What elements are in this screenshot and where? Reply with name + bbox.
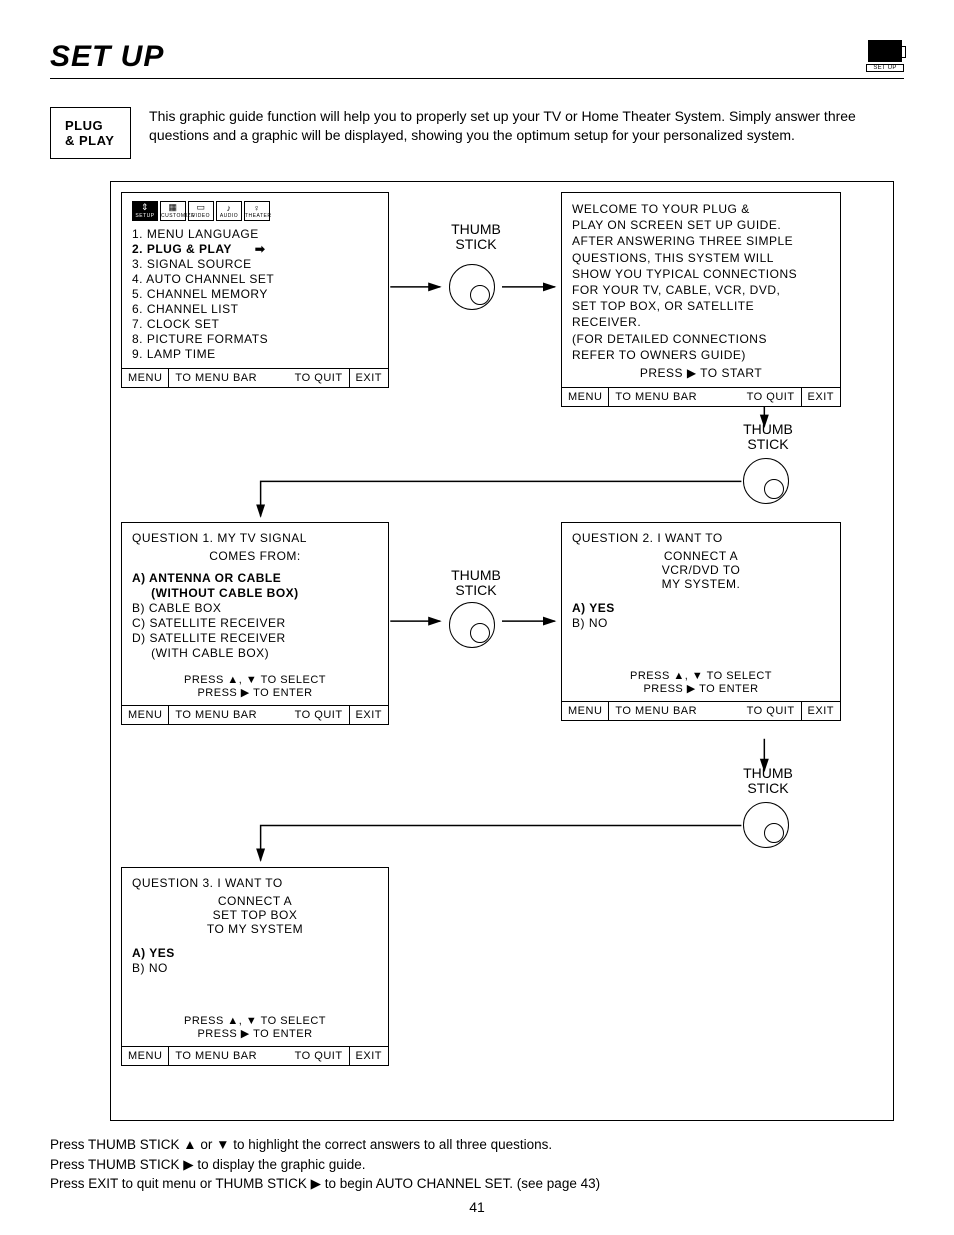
header-row: SET UP SET UP [50, 40, 904, 74]
panel-setup-menu: ⇕SETUP ▦CUSTOMIZE ▭VIDEO ♪AUDIO ♀THEATER… [121, 192, 389, 388]
setup-tab-icon: ⇕SETUP [132, 201, 158, 221]
q1-title: QUESTION 1. MY TV SIGNAL [132, 531, 378, 545]
panel-question-2: QUESTION 2. I WANT TO CONNECT A VCR/DVD … [561, 522, 841, 721]
q1-option: C) SATELLITE RECEIVER [132, 616, 378, 630]
welcome-line: FOR YOUR TV, CABLE, VCR, DVD, [572, 282, 830, 298]
menu-item: 8. PICTURE FORMATS [132, 332, 378, 346]
bottom-instructions: Press THUMB STICK ▲ or ▼ to highlight th… [50, 1135, 904, 1194]
q1-option: (WITHOUT CABLE BOX) [132, 586, 378, 600]
menu-list: 1. MENU LANGUAGE 2. PLUG & PLAY ➡ 3. SIG… [132, 227, 378, 361]
welcome-line: SHOW YOU TYPICAL CONNECTIONS [572, 266, 830, 282]
corner-setup-badge: SET UP [866, 40, 904, 72]
q2-title: QUESTION 2. I WANT TO [572, 531, 830, 545]
thumb-stick-icon [449, 264, 495, 310]
panel-footer: MENU TO MENU BAR TO QUIT EXIT [122, 705, 388, 724]
menu-item: 5. CHANNEL MEMORY [132, 287, 378, 301]
menu-item: 9. LAMP TIME [132, 347, 378, 361]
footer-to-quit: TO QUIT [289, 369, 349, 387]
welcome-line: REFER TO OWNERS GUIDE) [572, 347, 830, 363]
thumb-stick-icon [743, 802, 789, 848]
q1-option: A) ANTENNA OR CABLE [132, 571, 378, 585]
q2-sub: MY SYSTEM. [572, 577, 830, 591]
menu-icon-bar: ⇕SETUP ▦CUSTOMIZE ▭VIDEO ♪AUDIO ♀THEATER [132, 201, 378, 221]
q2-sub: VCR/DVD TO [572, 563, 830, 577]
customize-tab-icon: ▦CUSTOMIZE [160, 201, 186, 221]
intro-row: PLUG & PLAY This graphic guide function … [50, 107, 904, 159]
welcome-line: AFTER ANSWERING THREE SIMPLE [572, 233, 830, 249]
q3-sub: CONNECT A [132, 894, 378, 908]
q3-sub: SET TOP BOX [132, 908, 378, 922]
q2-option: A) YES [572, 601, 830, 615]
q2-sub: CONNECT A [572, 549, 830, 563]
panel-welcome: WELCOME TO YOUR PLUG & PLAY ON SCREEN SE… [561, 192, 841, 407]
bottom-line: Press EXIT to quit menu or THUMB STICK ▶… [50, 1174, 904, 1194]
thumb-stick-label: THUMBSTICK [733, 766, 803, 797]
q2-press: PRESS ▲, ▼ TO SELECT PRESS ▶ TO ENTER [572, 670, 830, 695]
welcome-press: PRESS ▶ TO START [572, 365, 830, 381]
welcome-line: PLAY ON SCREEN SET UP GUIDE. [572, 217, 830, 233]
q1-option: B) CABLE BOX [132, 601, 378, 615]
q1-press: PRESS ▲, ▼ TO SELECT PRESS ▶ TO ENTER [132, 674, 378, 699]
thumb-stick-icon [449, 602, 495, 648]
panel-footer: MENU TO MENU BAR TO QUIT EXIT [122, 368, 388, 387]
intro-text: This graphic guide function will help yo… [149, 107, 904, 145]
welcome-line: SET TOP BOX, OR SATELLITE [572, 298, 830, 314]
thumb-stick-icon [743, 458, 789, 504]
footer-to-menu-bar: TO MENU BAR [168, 369, 263, 387]
q3-option: A) YES [132, 946, 378, 960]
q3-option: B) NO [132, 961, 378, 975]
q3-title: QUESTION 3. I WANT TO [132, 876, 378, 890]
menu-item: 4. AUTO CHANNEL SET [132, 272, 378, 286]
thumb-stick-label: THUMBSTICK [441, 222, 511, 253]
page-number: 41 [0, 1199, 954, 1215]
q3-press: PRESS ▲, ▼ TO SELECT PRESS ▶ TO ENTER [132, 1015, 378, 1040]
menu-item: 1. MENU LANGUAGE [132, 227, 378, 241]
welcome-line: WELCOME TO YOUR PLUG & [572, 201, 830, 217]
q3-sub: TO MY SYSTEM [132, 922, 378, 936]
panel-question-1: QUESTION 1. MY TV SIGNAL COMES FROM: A) … [121, 522, 389, 725]
menu-item: 7. CLOCK SET [132, 317, 378, 331]
welcome-line: QUESTIONS, THIS SYSTEM WILL [572, 250, 830, 266]
panel-footer: MENU TO MENU BAR TO QUIT EXIT [562, 387, 840, 406]
bottom-line: Press THUMB STICK ▶ to display the graph… [50, 1155, 904, 1175]
q2-option: B) NO [572, 616, 830, 630]
theater-tab-icon: ♀THEATER [244, 201, 270, 221]
thumb-stick-label: THUMBSTICK [441, 568, 511, 599]
menu-item-active: 2. PLUG & PLAY ➡ [132, 242, 378, 256]
corner-label: SET UP [866, 64, 904, 72]
q1-option: D) SATELLITE RECEIVER [132, 631, 378, 645]
q1-option: (WITH CABLE BOX) [132, 646, 378, 660]
q1-subtitle: COMES FROM: [132, 549, 378, 563]
menu-item: 3. SIGNAL SOURCE [132, 257, 378, 271]
plug-and-play-box: PLUG & PLAY [50, 107, 131, 159]
page-title: SET UP [50, 40, 164, 74]
audio-tab-icon: ♪AUDIO [216, 201, 242, 221]
footer-menu: MENU [122, 369, 168, 387]
bottom-line: Press THUMB STICK ▲ or ▼ to highlight th… [50, 1135, 904, 1155]
video-tab-icon: ▭VIDEO [188, 201, 214, 221]
tv-icon [868, 40, 902, 62]
thumb-stick-label: THUMBSTICK [733, 422, 803, 453]
header-rule [50, 78, 904, 79]
menu-item: 6. CHANNEL LIST [132, 302, 378, 316]
diagram-container: ⇕SETUP ▦CUSTOMIZE ▭VIDEO ♪AUDIO ♀THEATER… [110, 181, 894, 1121]
welcome-line: RECEIVER. [572, 314, 830, 330]
panel-footer: MENU TO MENU BAR TO QUIT EXIT [122, 1046, 388, 1065]
panel-question-3: QUESTION 3. I WANT TO CONNECT A SET TOP … [121, 867, 389, 1066]
welcome-line: (FOR DETAILED CONNECTIONS [572, 331, 830, 347]
footer-exit: EXIT [349, 369, 388, 387]
panel-footer: MENU TO MENU BAR TO QUIT EXIT [562, 701, 840, 720]
